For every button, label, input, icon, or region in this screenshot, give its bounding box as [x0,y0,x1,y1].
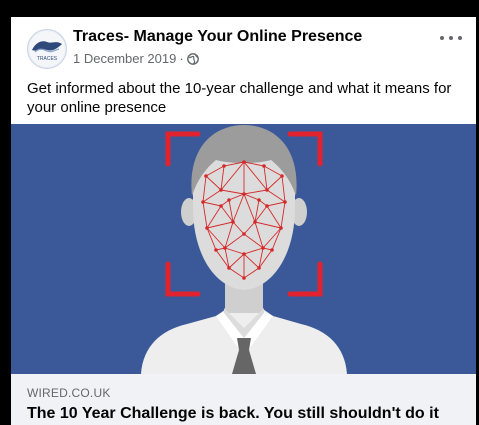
more-options-icon[interactable] [440,31,462,45]
avatar-text: TRACES [37,56,58,62]
post-header: TRACES Traces- Manage Your Online Presen… [11,17,476,77]
post-message: Get informed about the 10-year challenge… [27,80,452,116]
link-title[interactable]: The 10 Year Challenge is back. You still… [27,405,439,423]
post-meta: 1 December 2019 · [73,51,199,66]
globe-icon [186,52,199,65]
face-scan-illustration [11,124,476,374]
page-name-link[interactable]: Traces- Manage Your Online Presence [73,28,362,46]
facebook-post-card: TRACES Traces- Manage Your Online Presen… [11,17,476,425]
link-preview-image[interactable] [11,124,476,374]
traces-logo-icon: TRACES [29,31,65,67]
screenshot-frame: TRACES Traces- Manage Your Online Presen… [0,0,479,425]
link-domain: WIRED.CO.UK [27,386,111,400]
page-avatar[interactable]: TRACES [27,29,67,69]
meta-separator: · [179,51,184,66]
post-date[interactable]: 1 December 2019 [73,51,176,66]
link-preview-footer[interactable]: WIRED.CO.UK The 10 Year Challenge is bac… [11,374,476,425]
